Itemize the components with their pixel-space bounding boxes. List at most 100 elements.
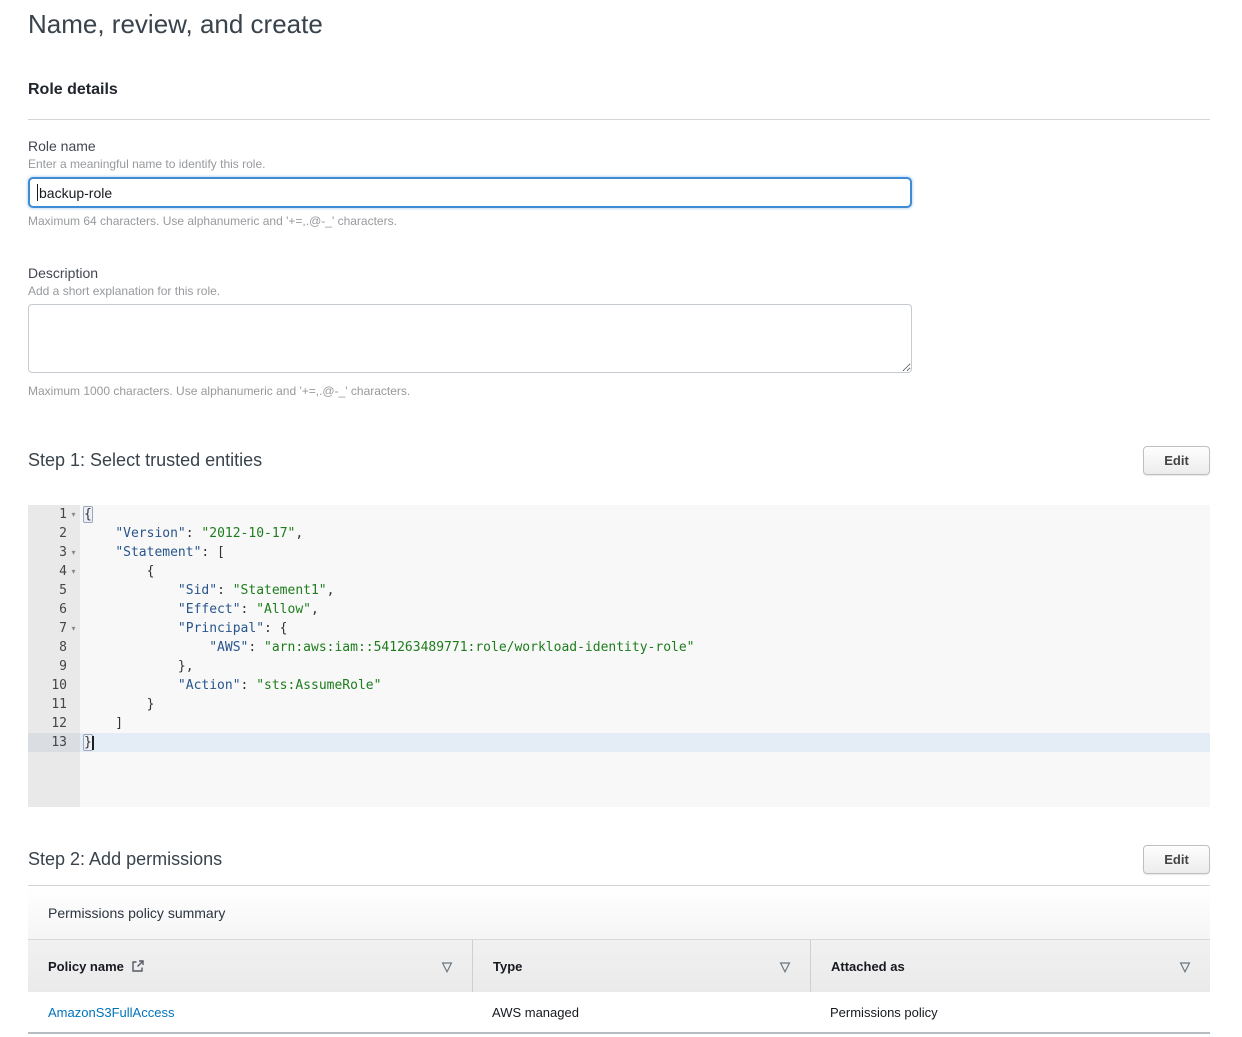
code-text: {: [80, 562, 1210, 581]
trust-policy-json-editor[interactable]: 1▾{2 "Version": "2012-10-17",3▾ "Stateme…: [28, 505, 1210, 807]
json-key: "Version": [115, 526, 185, 541]
matched-bracket: {: [83, 506, 93, 523]
policy-name-link[interactable]: AmazonS3FullAccess: [48, 1005, 174, 1020]
description-textarea[interactable]: [28, 304, 912, 373]
code-line[interactable]: 7▾ "Principal": {: [28, 619, 1210, 638]
attached-as-cell: Permissions policy: [810, 1005, 1210, 1020]
code-line[interactable]: 3▾ "Statement": [: [28, 543, 1210, 562]
fold-arrow-icon[interactable]: ▾: [67, 505, 80, 524]
json-punctuation: [84, 621, 178, 636]
code-line[interactable]: 11 }: [28, 695, 1210, 714]
json-punctuation: :: [248, 640, 264, 655]
code-line[interactable]: 4▾ {: [28, 562, 1210, 581]
json-string: "2012-10-17": [201, 526, 295, 541]
code-line[interactable]: 12 ]: [28, 714, 1210, 733]
json-punctuation: :: [217, 583, 233, 598]
editor-gutter-fill: [28, 752, 80, 807]
code-line[interactable]: 5 "Sid": "Statement1",: [28, 581, 1210, 600]
code-text: {: [80, 505, 1210, 524]
fold-arrow-icon[interactable]: ▾: [67, 543, 80, 562]
code-line[interactable]: 13}: [28, 733, 1210, 752]
line-number-gutter: 9: [28, 657, 80, 676]
line-number: 2: [59, 524, 67, 543]
json-string: "sts:AssumeRole": [256, 678, 381, 693]
policy-name-cell: AmazonS3FullAccess: [28, 1005, 472, 1020]
page-title: Name, review, and create: [28, 8, 1210, 40]
json-punctuation: },: [84, 659, 194, 674]
fold-arrow-icon[interactable]: ▾: [67, 619, 80, 638]
sort-filter-icon[interactable]: ▽: [780, 960, 790, 973]
code-text: ]: [80, 714, 1210, 733]
code-text: },: [80, 657, 1210, 676]
editor-cursor: [92, 736, 94, 750]
json-key: "Principal": [178, 621, 264, 636]
json-key: "Action": [178, 678, 241, 693]
json-string: "Allow": [256, 602, 311, 617]
line-number: 9: [59, 657, 67, 676]
line-number-gutter: 7▾: [28, 619, 80, 638]
line-number-gutter: 11: [28, 695, 80, 714]
description-constraint: Maximum 1000 characters. Use alphanumeri…: [28, 384, 1210, 398]
json-punctuation: :: [186, 526, 202, 541]
permissions-panel: Permissions policy summary Policy name▽T…: [28, 885, 1210, 1034]
code-text: "Statement": [: [80, 543, 1210, 562]
json-punctuation: :: [241, 602, 257, 617]
role-name-hint: Enter a meaningful name to identify this…: [28, 157, 1210, 171]
code-line[interactable]: 6 "Effect": "Allow",: [28, 600, 1210, 619]
step1-header-row: Step 1: Select trusted entities Edit: [28, 446, 1210, 475]
code-line[interactable]: 10 "Action": "sts:AssumeRole": [28, 676, 1210, 695]
policy-table-header: Policy name▽Type▽Attached as▽: [28, 940, 1210, 992]
step2-edit-button[interactable]: Edit: [1143, 845, 1210, 874]
divider: [28, 119, 1210, 120]
json-punctuation: [84, 526, 115, 541]
policy-type-cell: AWS managed: [472, 1005, 810, 1020]
line-number: 12: [51, 714, 67, 733]
line-number-gutter: 4▾: [28, 562, 80, 581]
policy-table-row: AmazonS3FullAccess AWS managedPermissions…: [28, 992, 1210, 1034]
step1-edit-button[interactable]: Edit: [1143, 446, 1210, 475]
role-name-input[interactable]: [28, 177, 912, 208]
main-content: Name, review, and create Role details Ro…: [0, 0, 1242, 1034]
json-punctuation: ,: [295, 526, 303, 541]
line-number-gutter: 13: [28, 733, 80, 752]
code-line[interactable]: 2 "Version": "2012-10-17",: [28, 524, 1210, 543]
json-punctuation: }: [84, 697, 154, 712]
json-punctuation: [84, 602, 178, 617]
line-number-gutter: 10: [28, 676, 80, 695]
json-string: "Statement1": [233, 583, 327, 598]
column-header-label: Policy name: [48, 959, 124, 974]
column-header-attached-as[interactable]: Attached as▽: [810, 940, 1210, 992]
line-number: 8: [59, 638, 67, 657]
json-punctuation: [84, 640, 209, 655]
sort-filter-icon[interactable]: ▽: [1180, 960, 1190, 973]
column-header-policy-name[interactable]: Policy name ▽: [28, 940, 472, 992]
json-punctuation: [84, 583, 178, 598]
code-line[interactable]: 9 },: [28, 657, 1210, 676]
fold-arrow-icon[interactable]: ▾: [67, 562, 80, 581]
line-number-gutter: 1▾: [28, 505, 80, 524]
permissions-panel-title: Permissions policy summary: [28, 886, 1210, 940]
step2-header-row: Step 2: Add permissions Edit: [28, 845, 1210, 874]
code-text: "Principal": {: [80, 619, 1210, 638]
text-caret: [37, 184, 38, 201]
line-number: 5: [59, 581, 67, 600]
sort-filter-icon[interactable]: ▽: [442, 960, 452, 973]
line-number: 1: [59, 505, 67, 524]
step2-heading: Step 2: Add permissions: [28, 849, 222, 870]
line-number: 6: [59, 600, 67, 619]
line-number-gutter: 8: [28, 638, 80, 657]
code-text: }: [80, 695, 1210, 714]
json-key: "Statement": [115, 545, 201, 560]
json-punctuation: [84, 545, 115, 560]
json-punctuation: ,: [327, 583, 335, 598]
json-punctuation: ]: [84, 716, 123, 731]
editor-empty-area[interactable]: [28, 752, 1210, 807]
json-punctuation: ,: [311, 602, 319, 617]
policy-table-body: AmazonS3FullAccess AWS managedPermissions…: [28, 992, 1210, 1034]
step1-heading: Step 1: Select trusted entities: [28, 450, 262, 471]
code-line[interactable]: 1▾{: [28, 505, 1210, 524]
code-line[interactable]: 8 "AWS": "arn:aws:iam::541263489771:role…: [28, 638, 1210, 657]
column-header-type[interactable]: Type▽: [472, 940, 810, 992]
json-string: "arn:aws:iam::541263489771:role/workload…: [264, 640, 694, 655]
line-number: 7: [59, 619, 67, 638]
